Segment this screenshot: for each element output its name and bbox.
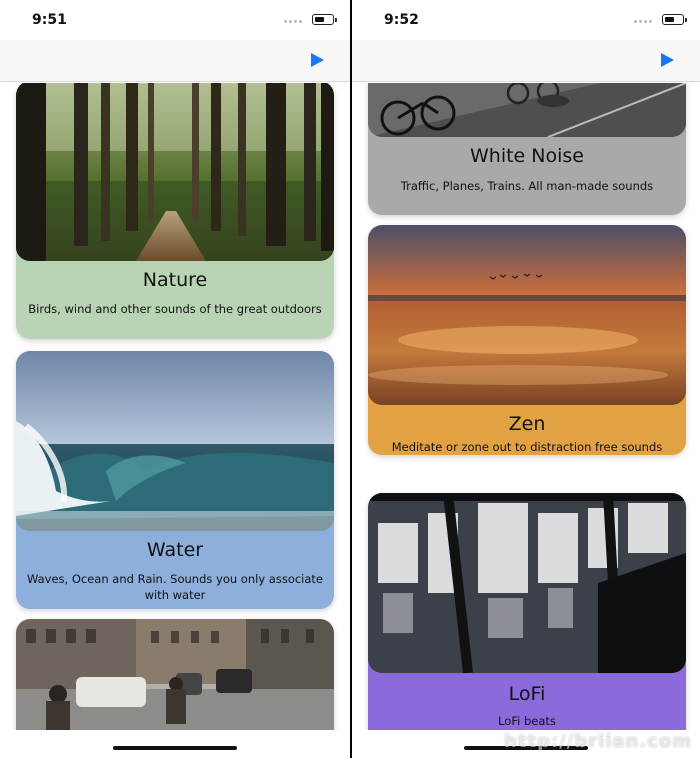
battery-icon [312,14,337,25]
watermark-text: http://briian.com [504,731,692,752]
nature-forest-image [16,83,334,261]
sound-category-list[interactable]: White Noise Traffic, Planes, Trains. All… [352,83,700,730]
category-title: Water [146,539,204,561]
category-card-water[interactable]: Water Waves, Ocean and Rain. Sounds you … [16,351,334,609]
status-bar: 9:52 [352,0,700,40]
city-street-image [16,619,334,730]
home-indicator[interactable] [113,746,237,750]
status-time: 9:51 [32,12,67,28]
category-title: White Noise [470,145,584,167]
signal-dots-icon [284,20,302,25]
screenshot-stage: 9:51 Nature Birds, wind and other sounds… [0,0,700,758]
water-wave-image [16,351,334,531]
category-title: LoFi [508,683,546,705]
category-card-zen[interactable]: Zen Meditate or zone out to distraction … [368,225,686,455]
category-card-lofi[interactable]: LoFi LoFi beats [368,493,686,730]
category-card-city[interactable] [16,619,334,730]
battery-icon [662,14,687,25]
lofi-city-image [368,493,686,673]
category-title: Zen [508,413,546,435]
navigation-bar [352,40,700,82]
category-description: Meditate or zone out to distraction free… [391,440,663,454]
play-icon[interactable] [311,53,324,67]
sound-category-list[interactable]: Nature Birds, wind and other sounds of t… [0,83,350,730]
category-description: LoFi beats [498,714,556,728]
phone-screen-right: 9:52 White Noise Traffic, Planes, Trains… [352,0,700,758]
category-description: Waves, Ocean and Rain. Sounds you only a… [26,572,324,602]
phone-screen-left: 9:51 Nature Birds, wind and other sounds… [0,0,350,758]
navigation-bar [0,40,350,82]
category-title: Nature [142,269,208,291]
status-time: 9:52 [384,12,419,28]
signal-dots-icon [634,20,652,25]
category-card-nature[interactable]: Nature Birds, wind and other sounds of t… [16,83,334,339]
zen-sunset-image [368,225,686,405]
white-noise-street-image [368,83,686,137]
category-card-white-noise[interactable]: White Noise Traffic, Planes, Trains. All… [368,83,686,215]
status-bar: 9:51 [0,0,350,40]
play-icon[interactable] [661,53,674,67]
category-description: Birds, wind and other sounds of the grea… [28,302,322,316]
category-description: Traffic, Planes, Trains. All man-made so… [400,179,654,193]
